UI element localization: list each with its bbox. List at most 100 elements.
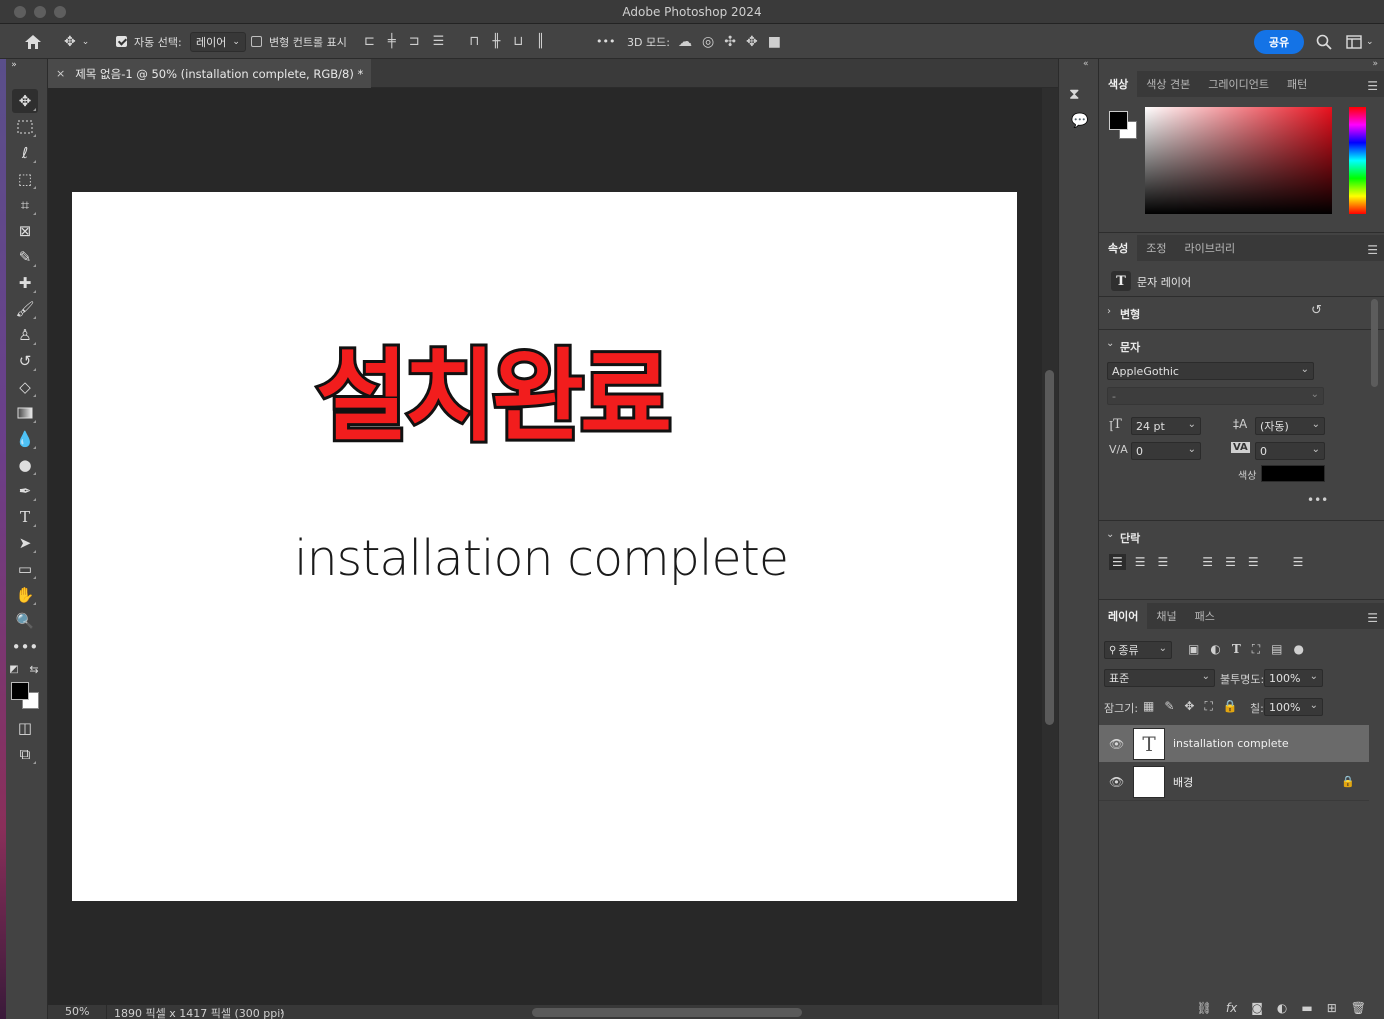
expand-toolbar-icon[interactable]: » <box>6 59 22 71</box>
blur-tool-icon[interactable]: 💧 <box>12 427 38 451</box>
filter-smart-objects-icon[interactable]: ▤ <box>1271 642 1282 657</box>
properties-panel-menu-icon[interactable]: ☰ <box>1367 243 1378 257</box>
delete-layer-icon[interactable]: 🗑 <box>1351 1001 1366 1015</box>
dodge-tool-icon[interactable]: ● <box>12 453 38 477</box>
path-selection-tool-icon[interactable]: ➤ <box>12 531 38 555</box>
layers-panel-menu-icon[interactable]: ☰ <box>1367 611 1378 625</box>
tracking-field[interactable]: 0 ⌄ <box>1255 442 1325 460</box>
tab-patterns[interactable]: 패턴 <box>1278 71 1316 97</box>
align-left-icon[interactable]: ⊏ <box>364 34 375 49</box>
justify-last-center-icon[interactable]: ☰ <box>1222 554 1239 570</box>
screen-mode-icon[interactable]: ⧉ <box>12 742 38 766</box>
new-group-icon[interactable]: ▬ <box>1301 1001 1312 1015</box>
search-button[interactable] <box>1316 24 1332 59</box>
vertical-scroll-thumb[interactable] <box>1045 370 1054 725</box>
justify-last-left-icon[interactable]: ☰ <box>1199 554 1216 570</box>
history-brush-tool-icon[interactable]: ↺ <box>12 349 38 373</box>
more-options-button[interactable]: ••• <box>596 24 615 59</box>
horizontal-scroll-thumb[interactable] <box>532 1008 802 1017</box>
lock-artboard-icon[interactable]: ⛶ <box>1204 699 1212 714</box>
more-character-options-icon[interactable]: ••• <box>1307 493 1328 507</box>
filter-type-layers-icon[interactable]: T <box>1232 642 1241 657</box>
close-tab-icon[interactable]: × <box>56 67 65 80</box>
tab-properties[interactable]: 속성 <box>1099 235 1138 261</box>
home-button[interactable] <box>24 24 42 59</box>
foreground-color-swatch[interactable] <box>11 682 29 700</box>
link-layers-icon[interactable]: ⛓ <box>1197 1001 1212 1015</box>
subtitle-text-layer[interactable]: installation complete <box>294 534 789 583</box>
add-mask-icon[interactable]: ◙ <box>1251 1001 1263 1015</box>
layer-filter-dropdown[interactable]: ⚲ 종류 ⌄ <box>1104 641 1172 659</box>
chevron-down-icon[interactable]: ⌄ <box>1106 529 1114 540</box>
align-bottom-icon[interactable]: ⊔ <box>513 34 523 49</box>
collapse-panels-icon[interactable]: « <box>1083 59 1089 69</box>
lock-all-icon[interactable]: 🔒 <box>1223 699 1238 714</box>
kerning-field[interactable]: 0 ⌄ <box>1131 442 1201 460</box>
layer-row-text[interactable]: 👁 T installation complete <box>1099 725 1369 762</box>
distribute-vertical-icon[interactable]: ☰ <box>433 34 445 49</box>
tab-color[interactable]: 색상 <box>1099 71 1138 97</box>
lock-position-icon[interactable]: ✥ <box>1184 699 1194 714</box>
history-panel-icon[interactable]: ⧗ <box>1069 85 1080 103</box>
blend-mode-dropdown[interactable]: 표준 ⌄ <box>1104 669 1215 687</box>
rectangle-tool-icon[interactable]: ▭ <box>12 557 38 581</box>
text-color-swatch[interactable] <box>1261 465 1325 482</box>
crop-tool-icon[interactable]: ⌗ <box>12 193 38 217</box>
filter-adjustment-layers-icon[interactable]: ◐ <box>1210 642 1220 657</box>
new-adjustment-layer-icon[interactable]: ◐ <box>1277 1001 1287 1015</box>
filter-pixel-layers-icon[interactable]: ▣ <box>1188 642 1199 657</box>
zoom-tool-icon[interactable]: 🔍 <box>12 609 38 633</box>
layer-visibility-eye-icon[interactable]: 👁 <box>1109 775 1124 789</box>
layer-lock-icon[interactable]: 🔒 <box>1341 775 1355 788</box>
align-text-center-icon[interactable]: ☰ <box>1132 554 1149 570</box>
layer-name[interactable]: 배경 <box>1173 774 1193 790</box>
marquee-tool-icon[interactable] <box>12 115 38 139</box>
tab-libraries[interactable]: 라이브러리 <box>1176 235 1245 261</box>
show-transform-controls-checkbox[interactable]: 변형 컨트롤 표시 <box>251 24 347 59</box>
lock-image-pixels-icon[interactable]: ✎ <box>1164 699 1174 714</box>
heading-text-layer[interactable]: 설치완료 <box>313 344 675 450</box>
auto-select-checkbox[interactable]: 자동 선택: <box>116 24 182 59</box>
expand-panels-icon[interactable]: » <box>1372 59 1378 69</box>
move-tool-preset-button[interactable]: ✥ ⌄ <box>64 24 89 59</box>
font-style-dropdown[interactable]: - ⌄ <box>1107 387 1324 405</box>
align-top-icon[interactable]: ⊓ <box>469 34 479 49</box>
align-text-left-icon[interactable]: ☰ <box>1109 554 1126 570</box>
opacity-field[interactable]: 100% ⌄ <box>1264 669 1323 687</box>
share-button[interactable]: 공유 <box>1254 29 1304 54</box>
eyedropper-tool-icon[interactable]: ✎ <box>12 245 38 269</box>
leading-field[interactable]: (자동) ⌄ <box>1255 417 1325 435</box>
color-field[interactable] <box>1145 107 1332 214</box>
tab-swatches[interactable]: 색상 견본 <box>1137 71 1199 97</box>
comments-panel-icon[interactable]: 💬 <box>1071 113 1088 129</box>
tab-paths[interactable]: 패스 <box>1186 603 1224 629</box>
properties-scrollbar[interactable] <box>1371 299 1378 387</box>
tab-channels[interactable]: 채널 <box>1147 603 1185 629</box>
document-tab[interactable]: × 제목 없음-1 @ 50% (installation complete, … <box>48 59 371 88</box>
lock-transparent-pixels-icon[interactable]: ▦ <box>1143 699 1154 714</box>
quick-mask-icon[interactable]: ◫ <box>12 716 38 740</box>
swap-colors-icon[interactable]: ⇆ <box>26 662 42 676</box>
frame-tool-icon[interactable]: ⊠ <box>12 219 38 243</box>
vertical-scrollbar[interactable] <box>1042 88 1058 1005</box>
brush-tool-icon[interactable]: 🖌 <box>12 297 38 321</box>
default-colors-icon[interactable]: ◩ <box>6 662 22 676</box>
justify-all-icon[interactable]: ☰ <box>1290 554 1307 570</box>
pan-3d-icon[interactable]: ✣ <box>724 34 736 50</box>
align-vertical-center-icon[interactable]: ╫ <box>492 34 500 49</box>
character-section-title[interactable]: 문자 <box>1120 339 1140 355</box>
type-tool-icon[interactable]: T <box>12 505 38 529</box>
clone-stamp-tool-icon[interactable]: ♙ <box>12 323 38 347</box>
healing-brush-tool-icon[interactable]: ✚ <box>12 271 38 295</box>
color-panel-menu-icon[interactable]: ☰ <box>1367 79 1378 93</box>
tab-layers[interactable]: 레이어 <box>1099 603 1148 629</box>
tab-gradients[interactable]: 그레이디언트 <box>1199 71 1278 97</box>
layer-visibility-eye-icon[interactable]: 👁 <box>1109 737 1124 751</box>
filter-toggle-icon[interactable]: ● <box>1294 642 1304 657</box>
zoom-level[interactable]: 50% <box>65 1005 89 1018</box>
layer-effects-icon[interactable]: fx <box>1226 1001 1237 1015</box>
hand-tool-icon[interactable]: ✋ <box>12 583 38 607</box>
layer-row-background[interactable]: 👁 배경 🔒 <box>1099 763 1369 800</box>
justify-last-right-icon[interactable]: ☰ <box>1245 554 1262 570</box>
align-text-right-icon[interactable]: ☰ <box>1155 554 1172 570</box>
